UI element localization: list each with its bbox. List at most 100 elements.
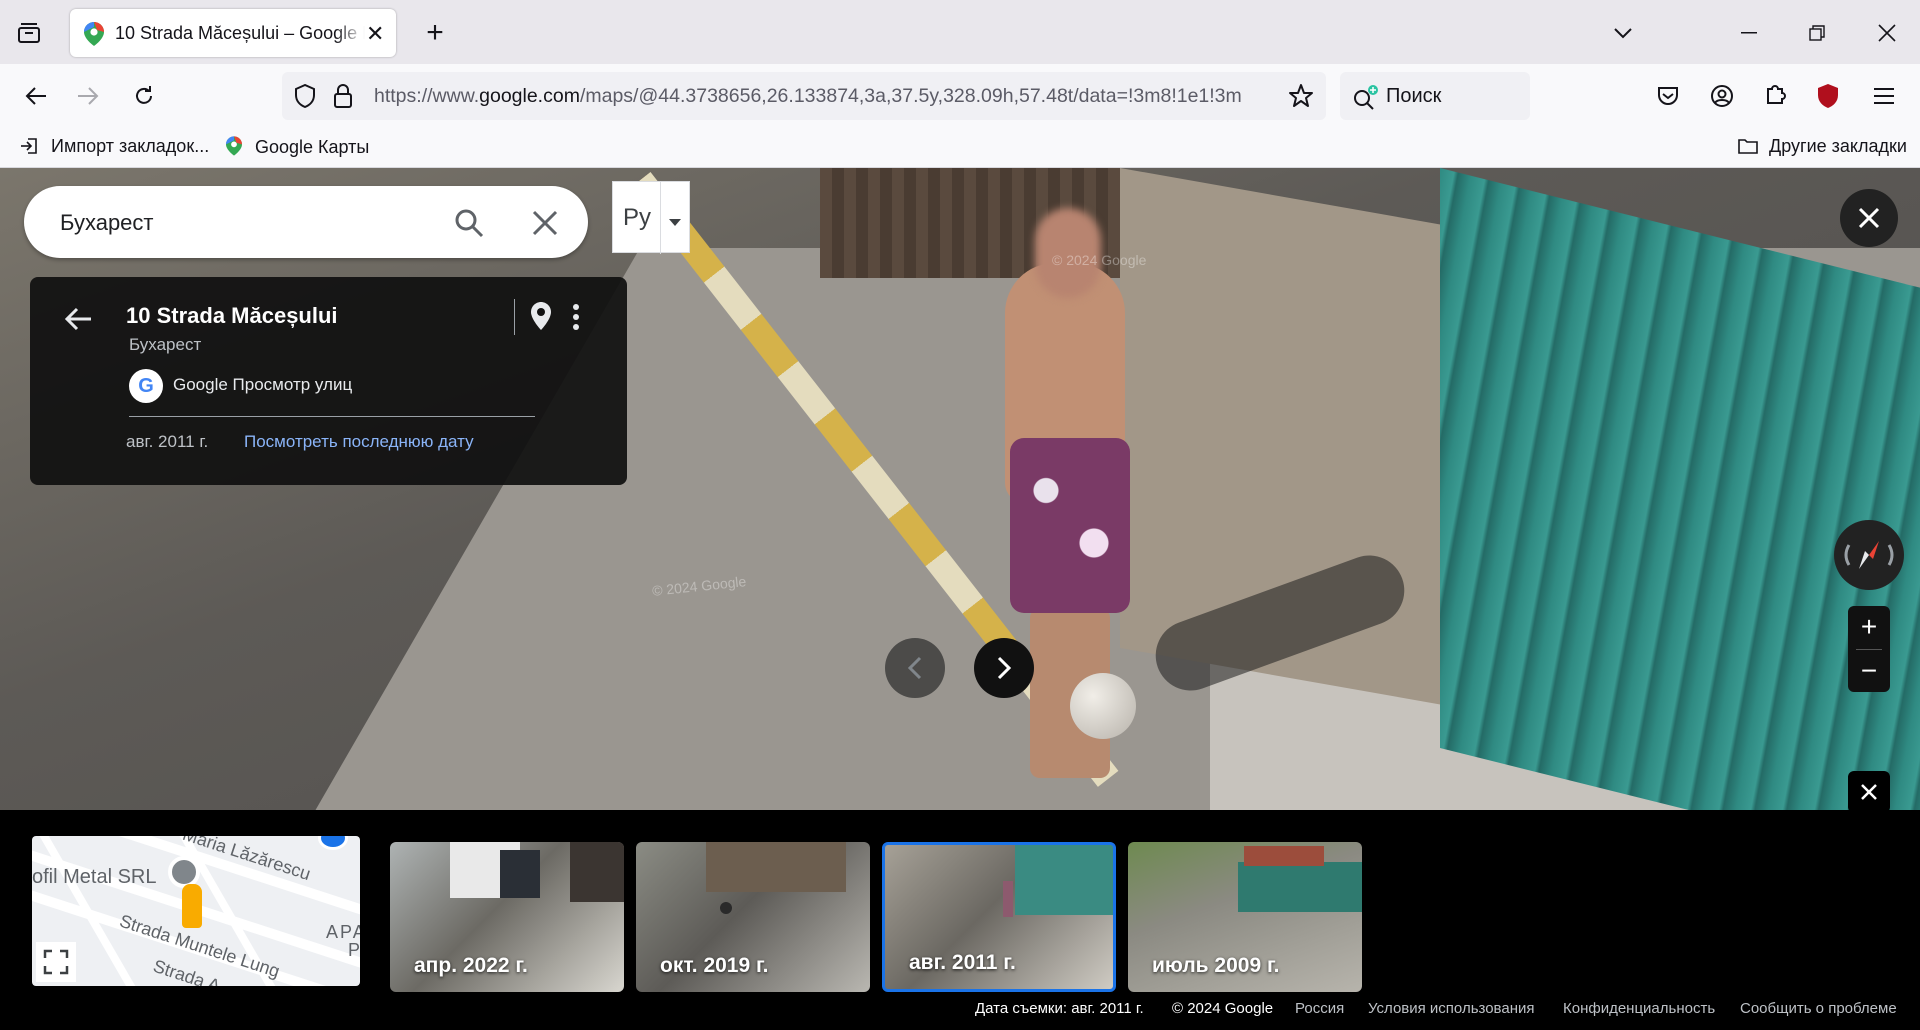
close-window-icon[interactable] xyxy=(1872,18,1902,48)
nav-toolbar: https://www.google.com/maps/@44.3738656,… xyxy=(0,64,1920,155)
pegman-icon[interactable] xyxy=(182,884,202,928)
timeline-thumb-2009[interactable]: июль 2009 г. xyxy=(1128,842,1362,992)
tab-list-icon[interactable] xyxy=(14,18,44,48)
list-all-tabs-icon[interactable] xyxy=(1608,18,1638,48)
ublock-icon[interactable] xyxy=(1812,80,1844,112)
thumb-fence xyxy=(706,842,846,892)
timeline-thumb-2022[interactable]: апр. 2022 г. xyxy=(390,842,624,992)
timeline-date: апр. 2022 г. xyxy=(414,954,528,977)
bookmark-star-icon[interactable] xyxy=(1288,83,1314,114)
map-label-area: Р xyxy=(348,940,360,960)
thumb-car xyxy=(500,850,540,898)
thumb-roof xyxy=(1244,846,1324,866)
tracking-shield-icon[interactable] xyxy=(294,83,316,113)
restore-icon[interactable] xyxy=(1802,18,1832,48)
web-search-box[interactable]: Поиск xyxy=(1340,72,1530,120)
place-subtitle: Бухарест xyxy=(129,335,202,354)
tab-bar: 10 Strada Măceșului – Google Карты ✕ + xyxy=(0,0,1920,64)
import-icon xyxy=(20,137,40,160)
person-shorts xyxy=(1010,438,1130,613)
maps-favicon xyxy=(84,22,104,51)
compass-button[interactable] xyxy=(1834,520,1904,590)
forward-icon[interactable] xyxy=(72,80,104,112)
provider-underline xyxy=(129,416,535,417)
footer-privacy-link[interactable]: Конфиденциальность xyxy=(1563,1000,1715,1017)
capture-date: авг. 2011 г. xyxy=(126,432,209,451)
chevron-right-icon xyxy=(997,656,1012,680)
card-divider xyxy=(514,299,515,335)
url-text[interactable]: https://www.google.com/maps/@44.3738656,… xyxy=(374,85,1274,108)
location-pin-icon[interactable] xyxy=(530,301,552,336)
more-options-icon[interactable] xyxy=(572,303,580,336)
imagery-watermark-2: © 2024 Google xyxy=(1052,252,1147,268)
timeline-date: окт. 2019 г. xyxy=(660,954,769,977)
thumb-person xyxy=(1003,881,1013,917)
thumb-fence xyxy=(570,842,624,902)
previous-image-button[interactable] xyxy=(885,638,945,698)
minimize-icon[interactable] xyxy=(1734,18,1764,48)
tab-google-maps[interactable]: 10 Strada Măceșului – Google Карты ✕ xyxy=(70,9,396,57)
imagery-provider: Google Просмотр улиц xyxy=(173,375,353,394)
close-tab-icon[interactable]: ✕ xyxy=(366,21,384,47)
maps-pin-icon xyxy=(226,136,244,161)
bookmarks-bar: Импорт закладок... Google Карты Другие з… xyxy=(0,128,1920,168)
fullscreen-icon xyxy=(43,949,69,975)
language-label: Ру xyxy=(623,204,652,231)
pocket-icon[interactable] xyxy=(1652,80,1684,112)
zoom-out-button[interactable]: − xyxy=(1848,650,1890,692)
folder-icon xyxy=(1738,137,1760,160)
footer-country[interactable]: Россия xyxy=(1295,1000,1344,1017)
thumb-gate xyxy=(1015,845,1113,915)
bookmark-google-maps[interactable]: Google Карты xyxy=(226,136,369,161)
zoom-controls: + − xyxy=(1848,606,1890,692)
input-language-button[interactable]: Ру xyxy=(612,181,690,254)
menu-icon[interactable] xyxy=(1868,80,1900,112)
search-icon[interactable] xyxy=(454,208,484,243)
footer-copyright: © 2024 Google xyxy=(1172,1000,1274,1017)
collapse-timeline-button[interactable] xyxy=(1848,771,1890,813)
reload-icon[interactable] xyxy=(128,80,160,112)
tab-title: 10 Strada Măceșului – Google Карты xyxy=(115,23,365,44)
timeline-date: авг. 2011 г. xyxy=(909,951,1016,974)
maps-search-box[interactable]: Бухарест xyxy=(24,186,588,258)
back-arrow-icon[interactable] xyxy=(64,307,92,336)
timeline-thumb-2011[interactable]: авг. 2011 г. xyxy=(882,842,1116,992)
footer-capture-date: Дата съемки: авг. 2011 г. xyxy=(975,1000,1144,1017)
language-divider xyxy=(660,182,661,254)
lock-icon[interactable] xyxy=(334,84,352,113)
timeline-date: июль 2009 г. xyxy=(1152,954,1280,977)
map-pin-icon xyxy=(318,836,348,850)
maps-search-input[interactable]: Бухарест xyxy=(60,210,154,236)
football xyxy=(1070,673,1136,739)
timeline-strip: ofil Metal SRL Maria Lăzărescu Strada Mu… xyxy=(0,810,1920,1020)
dropdown-arrow-icon[interactable] xyxy=(669,214,681,232)
account-icon[interactable] xyxy=(1706,80,1738,112)
close-street-view-button[interactable] xyxy=(1840,189,1898,247)
web-search-placeholder: Поиск xyxy=(1386,85,1442,107)
back-icon[interactable] xyxy=(20,80,52,112)
mini-map[interactable]: ofil Metal SRL Maria Lăzărescu Strada Mu… xyxy=(32,836,360,986)
footer-terms-link[interactable]: Условия использования xyxy=(1368,1000,1535,1017)
maps-footer: Дата съемки: авг. 2011 г. © 2024 Google … xyxy=(0,1000,1920,1030)
place-title: 10 Strada Măceșului xyxy=(126,303,338,328)
see-latest-date-link[interactable]: Посмотреть последнюю дату xyxy=(244,432,474,452)
bookmark-import[interactable]: Импорт закладок... xyxy=(20,136,209,160)
clear-search-icon[interactable] xyxy=(532,210,558,241)
close-icon xyxy=(1858,207,1880,229)
url-bar[interactable]: https://www.google.com/maps/@44.3738656,… xyxy=(282,72,1326,120)
street-view-panorama[interactable]: © 2024 Google © 2024 Google xyxy=(0,168,1920,810)
zoom-in-button[interactable]: + xyxy=(1848,606,1890,648)
timeline-thumb-2019[interactable]: окт. 2019 г. xyxy=(636,842,870,992)
street-view-info-card: 10 Strada Măceșului Бухарест G Google Пр… xyxy=(30,277,627,485)
new-tab-icon[interactable]: + xyxy=(420,16,450,49)
map-label-business: ofil Metal SRL xyxy=(32,866,157,888)
chevron-left-icon xyxy=(907,656,922,680)
thumb-ball xyxy=(720,902,732,914)
close-icon xyxy=(1861,784,1877,800)
next-image-button[interactable] xyxy=(974,638,1034,698)
other-bookmarks[interactable]: Другие закладки xyxy=(1738,136,1907,160)
extensions-icon[interactable] xyxy=(1760,80,1792,112)
fullscreen-map-button[interactable] xyxy=(36,942,76,982)
compass-icon xyxy=(1844,541,1894,569)
footer-report-link[interactable]: Сообщить о проблеме xyxy=(1740,1000,1897,1017)
